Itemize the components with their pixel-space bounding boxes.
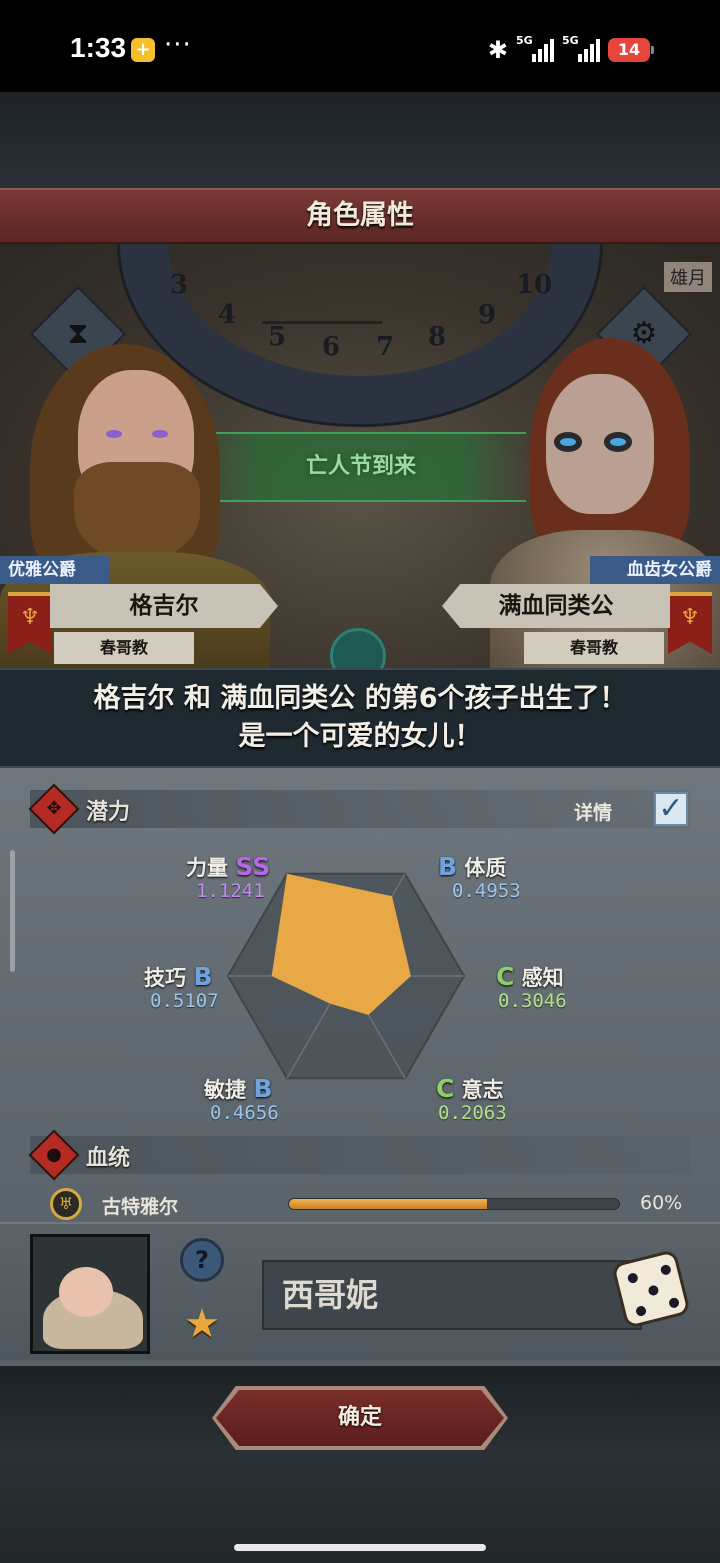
stat-willpower-grade: C <box>436 1074 455 1103</box>
blood-drop-icon: ● <box>28 1129 80 1181</box>
random-name-dice-icon[interactable] <box>610 1248 692 1330</box>
help-icon[interactable]: ? <box>180 1238 224 1282</box>
child-name-field[interactable]: 西哥妮 <box>262 1260 642 1330</box>
bloodline-crest-icon: ♅ <box>50 1188 82 1220</box>
child-avatar[interactable] <box>30 1234 150 1354</box>
stat-willpower: C 意志 <box>436 1074 504 1104</box>
stat-skill-label: 技巧 <box>144 966 186 990</box>
bloodline-row: ♅ 古特雅尔 60% <box>48 1186 698 1222</box>
stat-strength-grade: SS <box>235 852 271 881</box>
stat-constitution-grade: B <box>438 852 458 881</box>
stat-strength-label: 力量 <box>186 856 228 880</box>
stat-strength: 力量 SS <box>186 852 270 882</box>
stat-perception: C 感知 <box>496 962 564 992</box>
stat-agility: 敏捷 B <box>204 1074 272 1104</box>
stat-willpower-label: 意志 <box>461 1078 504 1102</box>
stat-constitution: B 体质 <box>438 852 506 882</box>
bloodline-progress-fill <box>289 1199 487 1209</box>
stat-skill: 技巧 B <box>144 962 212 992</box>
stat-strength-value: 1.1241 <box>196 880 265 902</box>
stat-skill-grade: B <box>193 962 213 991</box>
confirm-button[interactable]: 确定 <box>216 1390 504 1446</box>
child-naming-area: ? ★ 西哥妮 <box>0 1222 720 1360</box>
bloodline-progress-track <box>288 1198 620 1210</box>
stat-willpower-value: 0.2063 <box>438 1102 507 1124</box>
bloodline-header: ● 血统 <box>28 1129 690 1181</box>
bloodline-percent: 60% <box>640 1192 683 1214</box>
footer: 确定 <box>0 1366 720 1563</box>
stat-constitution-label: 体质 <box>464 856 507 880</box>
star-icon[interactable]: ★ <box>180 1302 224 1346</box>
bloodline-title: 血统 <box>86 1146 131 1171</box>
stat-perception-grade: C <box>496 962 515 991</box>
baby-face <box>59 1267 113 1317</box>
stat-perception-value: 0.3046 <box>498 990 567 1012</box>
home-indicator[interactable] <box>234 1544 486 1551</box>
stat-constitution-value: 0.4953 <box>452 880 521 902</box>
confirm-label: 确定 <box>337 1405 382 1430</box>
stat-skill-value: 0.5107 <box>150 990 219 1012</box>
stat-agility-grade: B <box>253 1074 273 1103</box>
bloodline-name: 古特雅尔 <box>102 1196 179 1218</box>
stat-perception-label: 感知 <box>521 966 564 990</box>
stat-agility-value: 0.4656 <box>210 1102 279 1124</box>
stat-agility-label: 敏捷 <box>204 1078 246 1102</box>
